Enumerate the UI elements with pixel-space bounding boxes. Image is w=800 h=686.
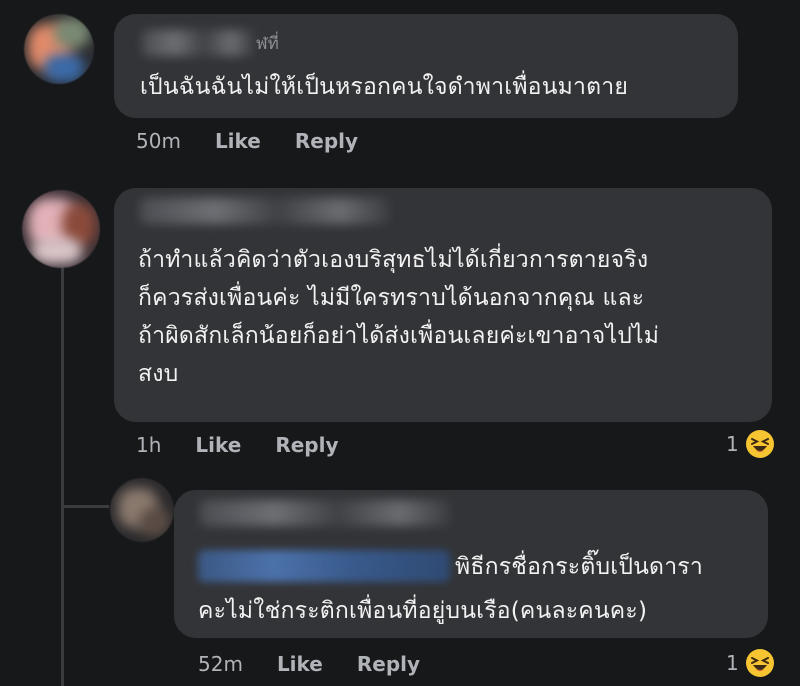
thread-line-branch	[61, 505, 109, 508]
thread-line-vertical	[61, 262, 64, 686]
comment-thread: ฬที่ เป็นฉันฉันไม่ให้เป็นหรอกคนใจดำพาเพื…	[0, 0, 800, 686]
reply-button[interactable]: Reply	[275, 433, 338, 457]
comment-text: เป็นฉันฉันไม่ให้เป็นหรอกคนใจดำพาเพื่อนมา…	[140, 74, 629, 100]
reaction-summary[interactable]: 1	[726, 429, 775, 459]
author-name-blurred[interactable]	[142, 30, 254, 56]
comment-timestamp[interactable]: 50m	[136, 129, 181, 153]
author-name-blurred[interactable]	[200, 500, 450, 526]
comment-timestamp[interactable]: 52m	[198, 652, 243, 676]
comment-meta: 50m Like Reply	[136, 129, 358, 153]
reply-button[interactable]: Reply	[295, 129, 358, 153]
comment-text-line-1: พิธีกรชื่อกระติ๊บเป็นดารา	[455, 554, 703, 580]
reaction-summary[interactable]: 1	[726, 648, 775, 678]
like-button[interactable]: Like	[195, 433, 241, 457]
comment-text-line-2: คะไม่ใช่กระติกเพื่อนที่อยู่บนเรือ(คนละคน…	[198, 598, 648, 624]
like-button[interactable]: Like	[215, 129, 261, 153]
reply-button[interactable]: Reply	[357, 652, 420, 676]
laughing-emoji-icon	[745, 430, 774, 458]
like-button[interactable]: Like	[277, 652, 323, 676]
avatar[interactable]	[110, 478, 174, 542]
author-name-blurred[interactable]	[140, 198, 390, 224]
comment-meta: 1h Like Reply	[136, 433, 339, 457]
author-name-suffix: ฬที่	[256, 34, 279, 54]
author-name-blurred-link[interactable]	[198, 550, 450, 582]
laughing-emoji-icon	[745, 649, 774, 677]
reaction-count: 1	[726, 651, 739, 675]
comment-text: ถ้าทำแล้วคิดว่าตัวเองบริสุทธไม่ได้เกี่ยว…	[138, 247, 660, 387]
reaction-count: 1	[726, 432, 739, 456]
avatar[interactable]	[24, 14, 94, 84]
comment-timestamp[interactable]: 1h	[136, 433, 161, 457]
avatar[interactable]	[22, 190, 100, 268]
comment-meta: 52m Like Reply	[198, 652, 420, 676]
